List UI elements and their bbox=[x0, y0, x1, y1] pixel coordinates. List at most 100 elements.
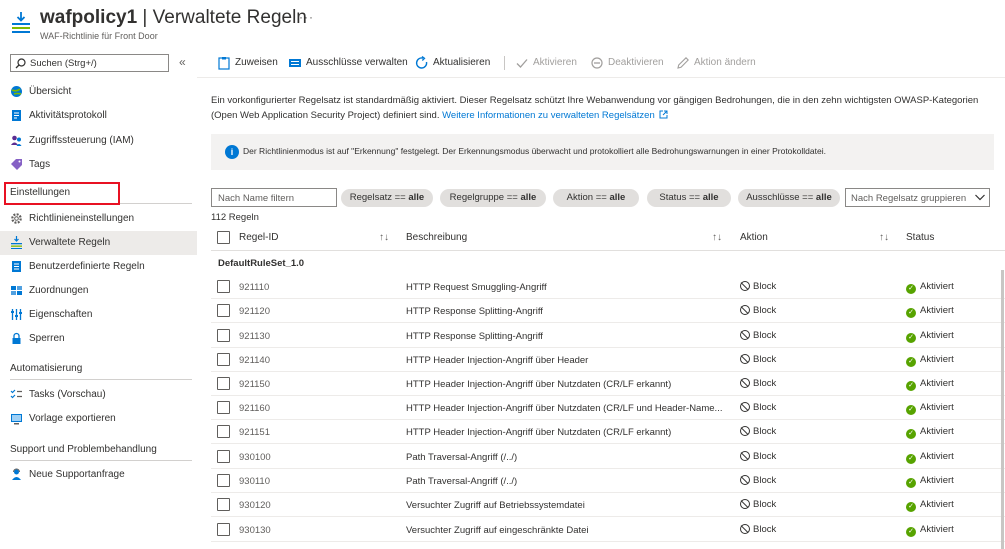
sidebar-item-benutzerdefinierte-regeln[interactable]: Benutzerdefinierte Regeln bbox=[0, 255, 197, 279]
row-checkbox[interactable] bbox=[217, 280, 230, 293]
sidebar-item-uebersicht[interactable]: Übersicht bbox=[0, 80, 197, 104]
sidebar-item-sperren[interactable]: Sperren bbox=[0, 327, 197, 351]
rule-id: 921160 bbox=[239, 403, 270, 414]
rule-status: ✓ Aktiviert bbox=[906, 499, 954, 512]
refresh-button[interactable]: Aktualisieren bbox=[415, 54, 500, 72]
rule-id: 921120 bbox=[239, 306, 270, 317]
select-all-checkbox[interactable] bbox=[217, 231, 230, 244]
row-checkbox[interactable] bbox=[217, 329, 230, 342]
filter-by-name-input[interactable]: Nach Name filtern bbox=[211, 188, 337, 207]
description-text: Ein vorkonfigurierter Regelsatz ist stan… bbox=[211, 95, 979, 121]
filter-pill-ruleset[interactable]: Regelsatz == alle bbox=[341, 189, 433, 207]
rule-action: Block bbox=[740, 354, 776, 365]
tasks-icon bbox=[10, 389, 22, 399]
enable-button[interactable]: Aktivieren bbox=[515, 54, 583, 72]
change-action-button[interactable]: Aktion ändern bbox=[676, 54, 761, 72]
sidebar-item-verwaltete-regeln[interactable]: Verwaltete Regeln bbox=[0, 231, 197, 255]
table-row[interactable]: 930130 Versuchter Zugriff auf eingeschrä… bbox=[211, 518, 1005, 542]
group-header-ruleset[interactable]: DefaultRuleSet_1.0 bbox=[218, 258, 304, 269]
sort-rule-id-icon[interactable]: ↑↓ bbox=[379, 232, 389, 243]
collapse-sidebar-button[interactable]: « bbox=[179, 55, 186, 69]
filter-pill-action[interactable]: Aktion == alle bbox=[553, 189, 639, 207]
table-row[interactable]: 921160 HTTP Header Injection-Angriff übe… bbox=[211, 396, 1005, 420]
table-row[interactable]: 921130 HTTP Response Splitting-Angriff B… bbox=[211, 324, 1005, 348]
rule-id: 921130 bbox=[239, 331, 270, 342]
block-icon bbox=[740, 281, 750, 291]
page-subtitle: WAF-Richtlinie für Front Door bbox=[40, 31, 158, 41]
table-row[interactable]: 930100 Path Traversal-Angriff (/../) Blo… bbox=[211, 445, 1005, 469]
block-icon bbox=[740, 330, 750, 340]
command-bar: Zuweisen Ausschlüsse verwalten Aktualisi… bbox=[211, 54, 1001, 72]
rule-id: 921140 bbox=[239, 355, 270, 366]
rule-description: HTTP Response Splitting-Angriff bbox=[406, 306, 543, 317]
sidebar-item-label: Benutzerdefinierte Regeln bbox=[29, 261, 145, 272]
sidebar-item-tags[interactable]: Tags bbox=[0, 153, 197, 177]
rule-id: 930130 bbox=[239, 525, 271, 536]
sort-description-icon[interactable]: ↑↓ bbox=[712, 232, 722, 243]
table-row[interactable]: 921120 HTTP Response Splitting-Angriff B… bbox=[211, 299, 1005, 323]
learn-more-link[interactable]: Weitere Informationen zu verwalteten Reg… bbox=[442, 110, 668, 121]
sidebar-search-input[interactable]: Suchen (Strg+/) bbox=[10, 54, 169, 72]
filter-pill-rulegroup[interactable]: Regelgruppe == alle bbox=[440, 189, 546, 207]
row-checkbox[interactable] bbox=[217, 425, 230, 438]
row-checkbox[interactable] bbox=[217, 401, 230, 414]
sidebar-item-label: Vorlage exportieren bbox=[29, 413, 116, 424]
sidebar-item-richtlinieneinstellungen[interactable]: Richtlinieneinstellungen bbox=[0, 207, 197, 231]
group-by-dropdown[interactable]: Nach Regelsatz gruppieren bbox=[845, 188, 990, 207]
row-checkbox[interactable] bbox=[217, 304, 230, 317]
sort-action-icon[interactable]: ↑↓ bbox=[879, 232, 889, 243]
column-header-description[interactable]: Beschreibung bbox=[406, 232, 467, 243]
checkmark-circle-icon: ✓ bbox=[906, 381, 916, 391]
checkmark-circle-icon: ✓ bbox=[906, 333, 916, 343]
sidebar-item-iam[interactable]: Zugriffssteuerung (IAM) bbox=[0, 129, 197, 153]
table-row[interactable]: 921150 HTTP Header Injection-Angriff übe… bbox=[211, 372, 1005, 396]
sidebar-item-zuordnungen[interactable]: Zuordnungen bbox=[0, 279, 197, 303]
section-divider bbox=[10, 460, 192, 461]
filter-pill-status[interactable]: Status == alle bbox=[647, 189, 731, 207]
activity-log-icon bbox=[12, 110, 21, 121]
checkmark-circle-icon: ✓ bbox=[906, 502, 916, 512]
rule-action: Block bbox=[740, 281, 776, 292]
managed-rules-icon bbox=[11, 236, 22, 249]
sidebar-item-label: Eigenschaften bbox=[29, 309, 93, 320]
sidebar-item-tasks[interactable]: Tasks (Vorschau) bbox=[0, 383, 197, 407]
vertical-scrollbar[interactable] bbox=[1001, 270, 1004, 549]
filter-pill-exclusions[interactable]: Ausschlüsse == alle bbox=[738, 189, 840, 207]
disable-button[interactable]: Deaktivieren bbox=[590, 54, 666, 72]
table-row[interactable]: 921151 HTTP Header Injection-Angriff übe… bbox=[211, 420, 1005, 444]
gear-icon bbox=[11, 213, 22, 224]
rule-action: Block bbox=[740, 305, 776, 316]
sidebar-item-aktivitaetsprotokoll[interactable]: Aktivitätsprotokoll bbox=[0, 104, 197, 128]
refresh-icon bbox=[415, 56, 428, 69]
row-checkbox[interactable] bbox=[217, 498, 230, 511]
sidebar-item-neue-supportanfrage[interactable]: Neue Supportanfrage bbox=[0, 463, 197, 487]
table-row[interactable]: 930120 Versuchter Zugriff auf Betriebssy… bbox=[211, 493, 1005, 517]
column-header-action[interactable]: Aktion bbox=[740, 232, 768, 243]
row-checkbox[interactable] bbox=[217, 450, 230, 463]
block-icon bbox=[740, 451, 750, 461]
more-options-button[interactable]: ··· bbox=[299, 10, 314, 24]
search-placeholder: Suchen (Strg+/) bbox=[30, 58, 97, 69]
column-header-status[interactable]: Status bbox=[906, 232, 934, 243]
column-header-rule-id[interactable]: Regel-ID bbox=[239, 232, 278, 243]
manage-exclusions-button[interactable]: Ausschlüsse verwalten bbox=[288, 54, 408, 72]
rule-status: ✓ Aktiviert bbox=[906, 524, 954, 537]
table-row[interactable]: 921110 HTTP Request Smuggling-Angriff Bl… bbox=[211, 275, 1005, 299]
row-checkbox[interactable] bbox=[217, 353, 230, 366]
row-checkbox[interactable] bbox=[217, 523, 230, 536]
table-row[interactable]: 921140 HTTP Header Injection-Angriff übe… bbox=[211, 348, 1005, 372]
assign-button[interactable]: Zuweisen bbox=[217, 54, 287, 72]
external-link-icon bbox=[659, 110, 668, 119]
table-row[interactable]: 930110 Path Traversal-Angriff (/../) Blo… bbox=[211, 469, 1005, 493]
tag-icon bbox=[11, 159, 22, 170]
rule-id: 921110 bbox=[239, 282, 270, 293]
rule-description: Versuchter Zugriff auf eingeschränkte Da… bbox=[406, 525, 589, 536]
row-checkbox[interactable] bbox=[217, 377, 230, 390]
managed-rules-logo-icon bbox=[12, 12, 30, 33]
info-banner-text: Der Richtlinienmodus ist auf "Erkennung"… bbox=[243, 146, 826, 156]
sidebar-item-eigenschaften[interactable]: Eigenschaften bbox=[0, 303, 197, 327]
sidebar-item-vorlage-exportieren[interactable]: Vorlage exportieren bbox=[0, 407, 197, 431]
row-checkbox[interactable] bbox=[217, 474, 230, 487]
rule-id: 921150 bbox=[239, 379, 270, 390]
custom-rules-icon bbox=[12, 261, 21, 272]
